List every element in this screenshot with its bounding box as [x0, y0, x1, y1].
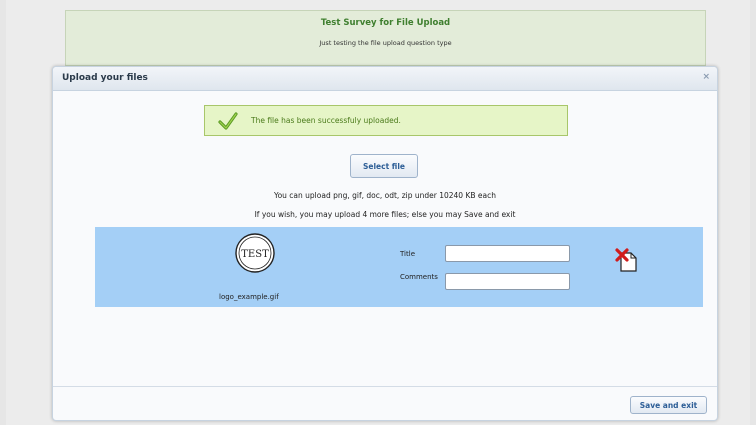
dialog-footer-divider — [53, 386, 717, 387]
survey-header: Test Survey for File Upload Just testing… — [65, 10, 706, 66]
file-name: logo_example.gif — [219, 293, 279, 301]
comments-input[interactable] — [445, 273, 570, 290]
check-icon — [218, 112, 238, 130]
comments-label: Comments — [400, 273, 438, 281]
upload-dialog: Upload your files × The file has been su… — [52, 66, 718, 421]
select-file-button[interactable]: Select file — [350, 154, 418, 178]
file-thumbnail-text: TEST — [241, 249, 269, 260]
dialog-titlebar[interactable]: Upload your files × — [53, 67, 717, 91]
success-message-box: The file has been successfuly uploaded. — [204, 105, 568, 136]
save-and-exit-button[interactable]: Save and exit — [630, 396, 707, 414]
success-text: The file has been successfuly uploaded. — [251, 116, 401, 125]
file-thumbnail: TEST — [235, 233, 275, 273]
close-icon[interactable]: × — [702, 72, 710, 82]
dialog-title: Upload your files — [62, 73, 148, 83]
survey-title: Test Survey for File Upload — [320, 18, 451, 28]
title-label: Title — [400, 250, 416, 258]
upload-info-remaining: If you wish, you may upload 4 more files… — [254, 210, 516, 219]
delete-file-icon[interactable] — [615, 247, 641, 273]
title-input[interactable] — [445, 245, 570, 262]
uploaded-file-row: TEST logo_example.gif Title Comments — [95, 227, 703, 307]
survey-description: Just testing the file upload question ty… — [319, 39, 452, 47]
upload-info-types: You can upload png, gif, doc, odt, zip u… — [274, 191, 496, 200]
